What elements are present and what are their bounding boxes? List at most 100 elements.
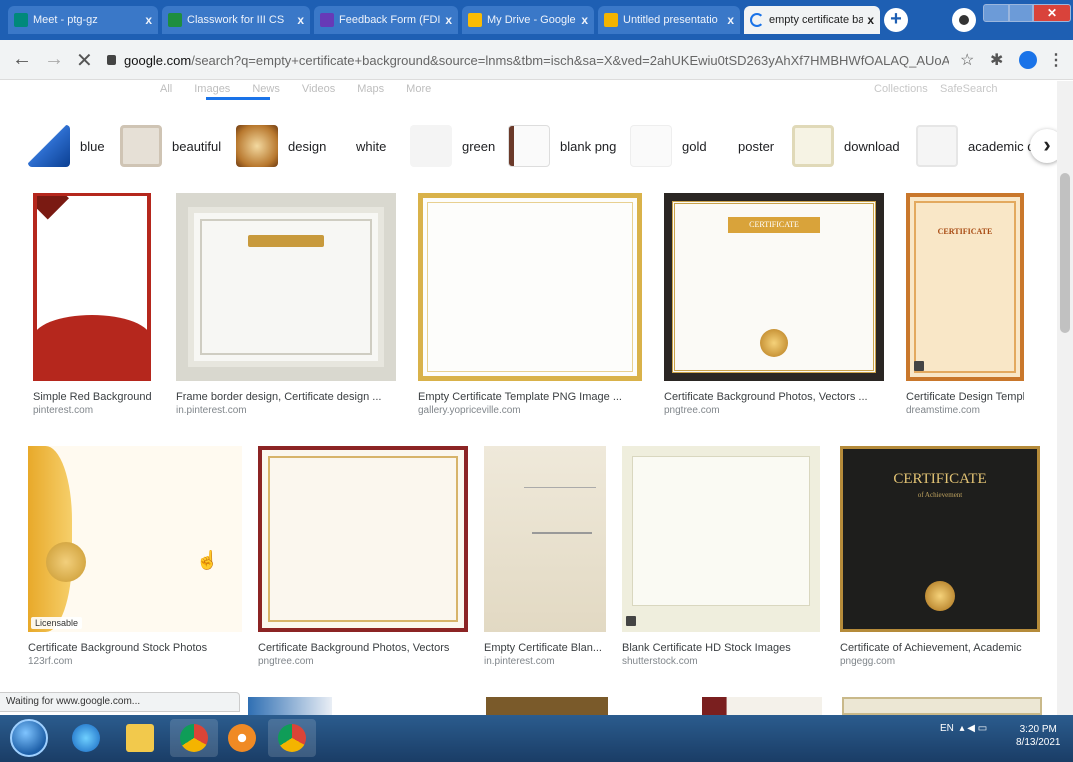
- result-image[interactable]: CERTIFICATE: [906, 193, 1024, 381]
- certificate-heading-text: CERTIFICATE: [893, 471, 987, 487]
- chip-green[interactable]: green: [410, 121, 495, 171]
- clock[interactable]: 3:20 PM 8/13/2021: [1016, 723, 1061, 749]
- internet-explorer-icon: [72, 724, 100, 752]
- chip-academic[interactable]: academic c: [916, 121, 1034, 171]
- result-card[interactable]: Blank Certificate HD Stock Images shutte…: [622, 446, 820, 676]
- tab-feedback-form[interactable]: Feedback Form (FDI x: [314, 6, 458, 34]
- result-image[interactable]: [248, 697, 332, 715]
- result-image[interactable]: CERTIFICATE: [664, 193, 884, 381]
- chip-download[interactable]: download: [792, 121, 900, 171]
- tab-classwork[interactable]: Classwork for III CS x: [162, 6, 310, 34]
- licensable-badge: Licensable: [31, 617, 83, 629]
- result-image[interactable]: [486, 697, 608, 715]
- chip-gold[interactable]: gold: [630, 121, 707, 171]
- extensions-icon[interactable]: ✱: [990, 50, 1003, 70]
- new-tab-button[interactable]: +: [884, 8, 908, 32]
- active-tab-indicator: [206, 97, 270, 100]
- forms-icon: [320, 13, 334, 27]
- tab-title: empty certificate ba: [769, 14, 864, 26]
- volume-icon[interactable]: ◀: [967, 723, 975, 734]
- start-button[interactable]: [10, 719, 48, 757]
- chip-label: white: [356, 138, 387, 154]
- result-card[interactable]: Empty Certificate Template PNG Image ...…: [418, 193, 642, 433]
- result-card[interactable]: Empty Certificate Blan... in.pinterest.c…: [484, 446, 606, 676]
- tab-meet[interactable]: Meet - ptg-gz x: [8, 6, 158, 34]
- taskbar-explorer[interactable]: [116, 719, 164, 757]
- collections-link[interactable]: Collections: [874, 83, 928, 95]
- bookmark-star-icon[interactable]: ☆: [960, 50, 974, 70]
- safesearch-link[interactable]: SafeSearch: [940, 83, 997, 95]
- url-host: google.com: [124, 52, 192, 68]
- close-tab-icon[interactable]: x: [867, 13, 874, 27]
- profile-avatar[interactable]: [1019, 51, 1037, 69]
- close-tab-icon[interactable]: x: [727, 13, 734, 27]
- forward-arrow-icon[interactable]: →: [44, 48, 64, 71]
- tab-title: Feedback Form (FDI: [339, 14, 441, 26]
- language-indicator[interactable]: EN: [940, 723, 954, 734]
- result-image[interactable]: [622, 446, 820, 632]
- close-tab-icon[interactable]: x: [581, 13, 588, 27]
- tab-my-drive[interactable]: My Drive - Google x: [462, 6, 594, 34]
- taskbar-media[interactable]: [218, 719, 266, 757]
- close-tab-icon[interactable]: x: [145, 13, 152, 27]
- tab-all[interactable]: All: [160, 83, 172, 101]
- result-image[interactable]: [702, 697, 822, 715]
- stop-loading-icon[interactable]: ✕: [76, 48, 93, 73]
- result-image[interactable]: [258, 446, 468, 632]
- tab-maps[interactable]: Maps: [357, 83, 384, 101]
- result-card[interactable]: ☝ Licensable Certificate Background Stoc…: [28, 446, 242, 676]
- taskbar-ie[interactable]: [62, 719, 110, 757]
- minimize-button[interactable]: [983, 4, 1009, 22]
- result-caption: Empty Certificate Blan...: [484, 642, 602, 654]
- close-window-button[interactable]: ✕: [1033, 4, 1071, 22]
- close-tab-icon[interactable]: x: [445, 13, 452, 27]
- result-card[interactable]: Frame border design, Certificate design …: [176, 193, 396, 433]
- vertical-scrollbar[interactable]: [1057, 81, 1073, 715]
- taskbar-chrome[interactable]: [170, 719, 218, 757]
- certificate-heading-text: CERTIFICATE: [728, 217, 820, 233]
- slides-icon: [604, 13, 618, 27]
- chip-design[interactable]: design: [236, 121, 326, 171]
- chip-blue[interactable]: blue: [28, 121, 105, 171]
- chip-poster[interactable]: poster: [738, 121, 774, 171]
- result-image[interactable]: CERTIFICATE of Achievement: [840, 446, 1040, 632]
- taskbar-chrome-2[interactable]: [268, 719, 316, 757]
- search-type-tabs: All Images News Videos Maps More: [160, 83, 431, 101]
- tab-untitled-presentation[interactable]: Untitled presentatio x: [598, 6, 740, 34]
- result-card[interactable]: CERTIFICATE Certificate Design Templat..…: [906, 193, 1024, 433]
- address-bar[interactable]: google.com /search?q=empty+certificate+b…: [107, 48, 949, 72]
- result-caption: Certificate of Achievement, Academic: [840, 642, 1022, 654]
- close-tab-icon[interactable]: x: [297, 13, 304, 27]
- tab-empty-certificate[interactable]: empty certificate ba x: [744, 6, 880, 34]
- tab-videos[interactable]: Videos: [302, 83, 335, 101]
- result-card[interactable]: CERTIFICATE of Achievement Certificate o…: [840, 446, 1040, 676]
- back-arrow-icon[interactable]: ←: [12, 48, 32, 71]
- account-icon[interactable]: [952, 8, 976, 32]
- result-image[interactable]: [176, 193, 396, 381]
- result-image[interactable]: [484, 446, 606, 632]
- result-source: gallery.yopriceville.com: [418, 405, 521, 416]
- tab-more[interactable]: More: [406, 83, 431, 101]
- maximize-button[interactable]: [1009, 4, 1033, 22]
- url-path: /search?q=empty+certificate+background&s…: [191, 52, 949, 68]
- chip-white[interactable]: white: [356, 121, 386, 171]
- result-image[interactable]: [33, 193, 151, 381]
- chip-thumbnail: [410, 125, 452, 167]
- result-card[interactable]: Certificate Background Photos, Vectors p…: [258, 446, 468, 676]
- chip-blank-png[interactable]: blank png: [508, 121, 616, 171]
- result-image[interactable]: ☝ Licensable: [28, 446, 242, 632]
- result-image[interactable]: [842, 697, 1042, 715]
- result-card[interactable]: Simple Red Background ... pinterest.com: [33, 193, 151, 433]
- chip-label: gold: [682, 138, 707, 154]
- chip-thumbnail: [236, 125, 278, 167]
- network-icon[interactable]: ▭: [978, 723, 987, 734]
- scrollbar-thumb[interactable]: [1060, 173, 1070, 333]
- result-image[interactable]: [418, 193, 642, 381]
- result-source: 123rf.com: [28, 656, 73, 667]
- menu-kebab-icon[interactable]: ⋮: [1048, 50, 1064, 70]
- result-card[interactable]: CERTIFICATE Certificate Background Photo…: [664, 193, 884, 433]
- result-source: shutterstock.com: [622, 656, 698, 667]
- chip-thumbnail: [792, 125, 834, 167]
- chip-label: academic c: [968, 138, 1034, 154]
- chip-beautiful[interactable]: beautiful: [120, 121, 221, 171]
